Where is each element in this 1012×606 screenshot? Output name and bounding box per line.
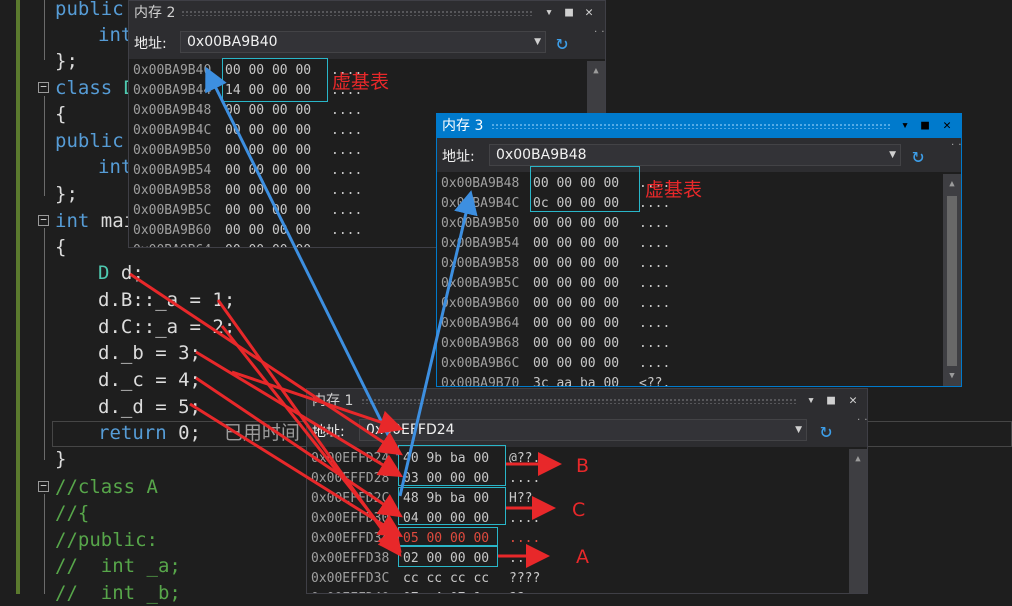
vbptr-arrow-b (205, 66, 400, 456)
arrow-d-val (189, 402, 404, 538)
arrow-c-a (220, 325, 402, 553)
vbase-table-label: 虚基表 (332, 71, 390, 93)
label-a: A (576, 546, 589, 568)
label-b: B (576, 455, 590, 477)
vbase-table-label: 虚基表 (645, 179, 703, 201)
annotation-arrows (129, 66, 562, 568)
vbptr-arrow-c (398, 190, 478, 497)
label-c: C (572, 499, 586, 521)
arrow-b (195, 350, 404, 478)
arrow-c (195, 376, 403, 518)
